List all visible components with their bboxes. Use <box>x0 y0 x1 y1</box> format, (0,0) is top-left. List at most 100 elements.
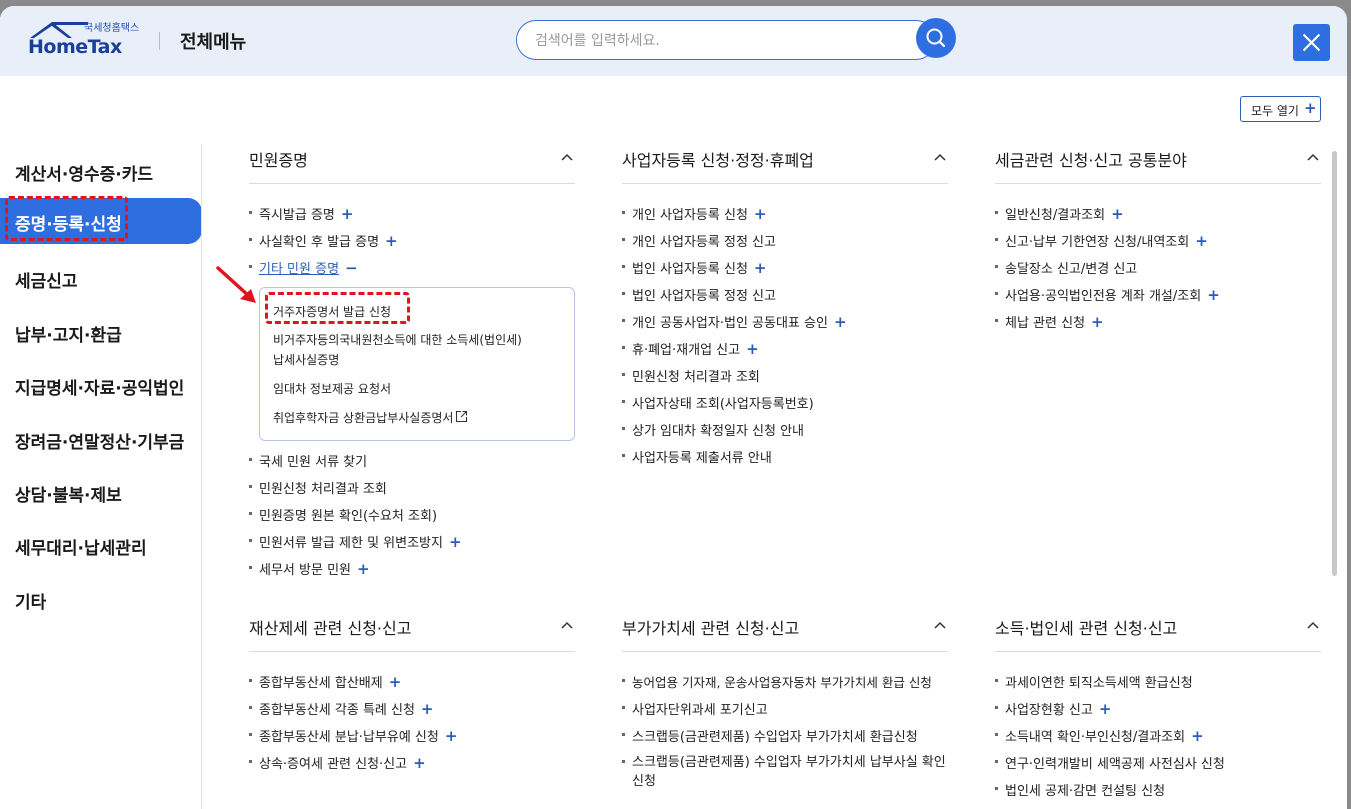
submenu-item[interactable]: 비거주자등의국내원천소득에 대한 소득세(법인세) <box>273 331 522 348</box>
list-item[interactable]: 민원서류 발급 제한 및 위변조방지 + <box>249 532 589 559</box>
close-button[interactable] <box>1293 24 1330 61</box>
list-item[interactable]: 법인세 공제·감면 컨설팅 신청 <box>995 780 1335 807</box>
sidebar-item-tax-return[interactable]: 세금신고 <box>0 255 202 301</box>
plus-icon: + <box>1304 99 1317 117</box>
list-item[interactable]: 소득내역 확인·부인신청/결과조회 + <box>995 726 1335 753</box>
sidebar-item-label: 기타 <box>15 593 47 613</box>
plus-icon[interactable]: + <box>1195 232 1208 250</box>
section-header[interactable]: 사업자등록 신청·정정·휴폐업 <box>622 146 948 184</box>
list-item[interactable]: 농어업용 기자재, 운송사업용자동차 부가가치세 환급 신청 <box>622 672 962 699</box>
sidebar-item-etc[interactable]: 기타 <box>0 576 202 622</box>
list-item[interactable]: 법인 사업자등록 정정 신고 <box>622 285 962 312</box>
list-item[interactable]: 민원증명 원본 확인(수요처 조회) <box>249 505 589 532</box>
plus-icon[interactable]: + <box>357 560 370 578</box>
chevron-up-icon[interactable] <box>559 150 575 166</box>
plus-icon[interactable]: + <box>445 727 458 745</box>
list-item[interactable]: 민원신청 처리결과 조회 <box>622 366 962 393</box>
bullet <box>995 733 998 736</box>
bullet <box>622 427 625 430</box>
list-item-label[interactable]: 기타 민원 증명 <box>259 262 339 277</box>
chevron-up-icon[interactable] <box>932 618 948 634</box>
list-item[interactable]: 민원신청 처리결과 조회 <box>249 478 589 505</box>
section-header[interactable]: 재산제세 관련 신청·신고 <box>249 614 575 652</box>
plus-icon[interactable]: + <box>1091 313 1104 331</box>
list-item[interactable]: 사업장현황 신고 + <box>995 699 1335 726</box>
search-input[interactable] <box>535 30 905 52</box>
list-item[interactable]: 사업자등록 제출서류 안내 <box>622 447 962 474</box>
list-item-label: 체납 관련 신청 <box>1005 316 1086 331</box>
plus-icon[interactable]: + <box>754 259 767 277</box>
section-title: 세금관련 신청·신고 공통분야 <box>995 151 1187 170</box>
chevron-up-icon[interactable] <box>1305 618 1321 634</box>
list-item-expanded[interactable]: 기타 민원 증명 − <box>249 258 589 285</box>
list-item-label: 사업자단위과세 포기신고 <box>632 703 768 718</box>
list-item[interactable]: 송달장소 신고/변경 신고 <box>995 258 1335 285</box>
list-item[interactable]: 스크랩등(금관련제품) 수입업자 부가가치세 환급신청 <box>622 726 962 753</box>
list-item[interactable]: 종합부동산세 각종 특례 신청 + <box>249 699 589 726</box>
list-item[interactable]: 국세 민원 서류 찾기 <box>249 451 589 478</box>
hometax-logo[interactable]: 국세청홈택스 HomeTax <box>28 18 140 64</box>
plus-icon[interactable]: + <box>1111 205 1124 223</box>
list-item[interactable]: 체납 관련 신청 + <box>995 312 1335 339</box>
list-item[interactable]: 사업용·공익법인전용 계좌 개설/조회 + <box>995 285 1335 312</box>
list-item[interactable]: 법인 사업자등록 신청 + <box>622 258 962 285</box>
section-header[interactable]: 부가가치세 관련 신청·신고 <box>622 614 948 652</box>
list-item-label: 사업자등록 제출서류 안내 <box>632 451 772 466</box>
plus-icon[interactable]: + <box>421 700 434 718</box>
plus-icon[interactable]: + <box>754 205 767 223</box>
list-item[interactable]: 스크랩등(금관련제품) 수입업자 부가가치세 납부사실 확인신청 <box>622 753 952 801</box>
bullet <box>249 539 252 542</box>
sidebar-item-payment-refund[interactable]: 납부·고지·환급 <box>0 309 202 355</box>
list-item[interactable]: 종합부동산세 분납·납부유예 신청 + <box>249 726 589 753</box>
plus-icon[interactable]: + <box>341 205 354 223</box>
list-item[interactable]: 세무서 방문 민원 + <box>249 559 589 586</box>
list-item[interactable]: 사업자상태 조회(사업자등록번호) <box>622 393 962 420</box>
plus-icon[interactable]: + <box>746 340 759 358</box>
open-all-button[interactable]: 모두 열기 + <box>1240 96 1321 122</box>
list-item[interactable]: 과세이연한 퇴직소득세액 환급신청 <box>995 672 1335 699</box>
list-item[interactable]: 연구·인력개발비 세액공제 사전심사 신청 <box>995 753 1335 780</box>
list-item[interactable]: 개인 사업자등록 신청 + <box>622 204 962 231</box>
sidebar-item-tax-agent[interactable]: 세무대리·납세관리 <box>0 522 202 568</box>
section-header[interactable]: 소득·법인세 관련 신청·신고 <box>995 614 1321 652</box>
sidebar-item-invoice-receipt-card[interactable]: 계산서·영수증·카드 <box>0 148 202 194</box>
plus-icon[interactable]: + <box>1099 700 1112 718</box>
list-item[interactable]: 개인 사업자등록 정정 신고 <box>622 231 962 258</box>
menu-list: 농어업용 기자재, 운송사업용자동차 부가가치세 환급 신청 사업자단위과세 포… <box>622 672 962 801</box>
plus-icon[interactable]: + <box>385 232 398 250</box>
list-item[interactable]: 즉시발급 증명 + <box>249 204 589 231</box>
sidebar-item-label: 계산서·영수증·카드 <box>15 165 154 185</box>
list-item[interactable]: 사실확인 후 발급 증명 + <box>249 231 589 258</box>
submenu-item[interactable]: 취업후학자금 상환금납부사실증명서 <box>273 409 468 426</box>
submenu-item[interactable]: 임대차 정보제공 요청서 <box>273 380 391 397</box>
plus-icon[interactable]: + <box>1191 727 1204 745</box>
bullet <box>995 238 998 241</box>
list-item[interactable]: 상속·증여세 관련 신청·신고 + <box>249 753 589 780</box>
search-button[interactable] <box>916 18 956 58</box>
minus-icon[interactable]: − <box>345 259 358 277</box>
chevron-up-icon[interactable] <box>1305 150 1321 166</box>
plus-icon[interactable]: + <box>1207 286 1220 304</box>
list-item[interactable]: 종합부동산세 합산배제 + <box>249 672 589 699</box>
sidebar-item-payment-statement[interactable]: 지급명세·자료·공익법인 <box>0 362 202 408</box>
list-item[interactable]: 상가 임대차 확정일자 신청 안내 <box>622 420 962 447</box>
list-item[interactable]: 개인 공동사업자·법인 공동대표 승인 + <box>622 312 962 339</box>
list-item[interactable]: 사업자단위과세 포기신고 <box>622 699 962 726</box>
sidebar-item-consult-appeal[interactable]: 상담·불복·제보 <box>0 469 202 515</box>
chevron-up-icon[interactable] <box>932 150 948 166</box>
section-header[interactable]: 세금관련 신청·신고 공통분야 <box>995 146 1321 184</box>
plus-icon[interactable]: + <box>834 313 847 331</box>
list-item-label: 휴·폐업·재개업 신고 <box>632 343 741 358</box>
section-header[interactable]: 민원증명 <box>249 146 575 184</box>
list-item[interactable]: 신고·납부 기한연장 신청/내역조회 + <box>995 231 1335 258</box>
sidebar-item-incentive-yearend[interactable]: 장려금·연말정산·기부금 <box>0 416 202 462</box>
chevron-up-icon[interactable] <box>559 618 575 634</box>
plus-icon[interactable]: + <box>449 533 462 551</box>
list-item[interactable]: 일반신청/결과조회 + <box>995 204 1335 231</box>
list-item[interactable]: 휴·폐업·재개업 신고 + <box>622 339 962 366</box>
submenu-item[interactable]: 납세사실증명 <box>273 351 339 368</box>
plus-icon[interactable]: + <box>413 754 426 772</box>
plus-icon[interactable]: + <box>389 673 402 691</box>
menu-list: 종합부동산세 합산배제 + 종합부동산세 각종 특례 신청 + 종합부동산세 분납·… <box>249 672 589 780</box>
submenu-item-label: 취업후학자금 상환금납부사실증명서 <box>273 411 454 425</box>
